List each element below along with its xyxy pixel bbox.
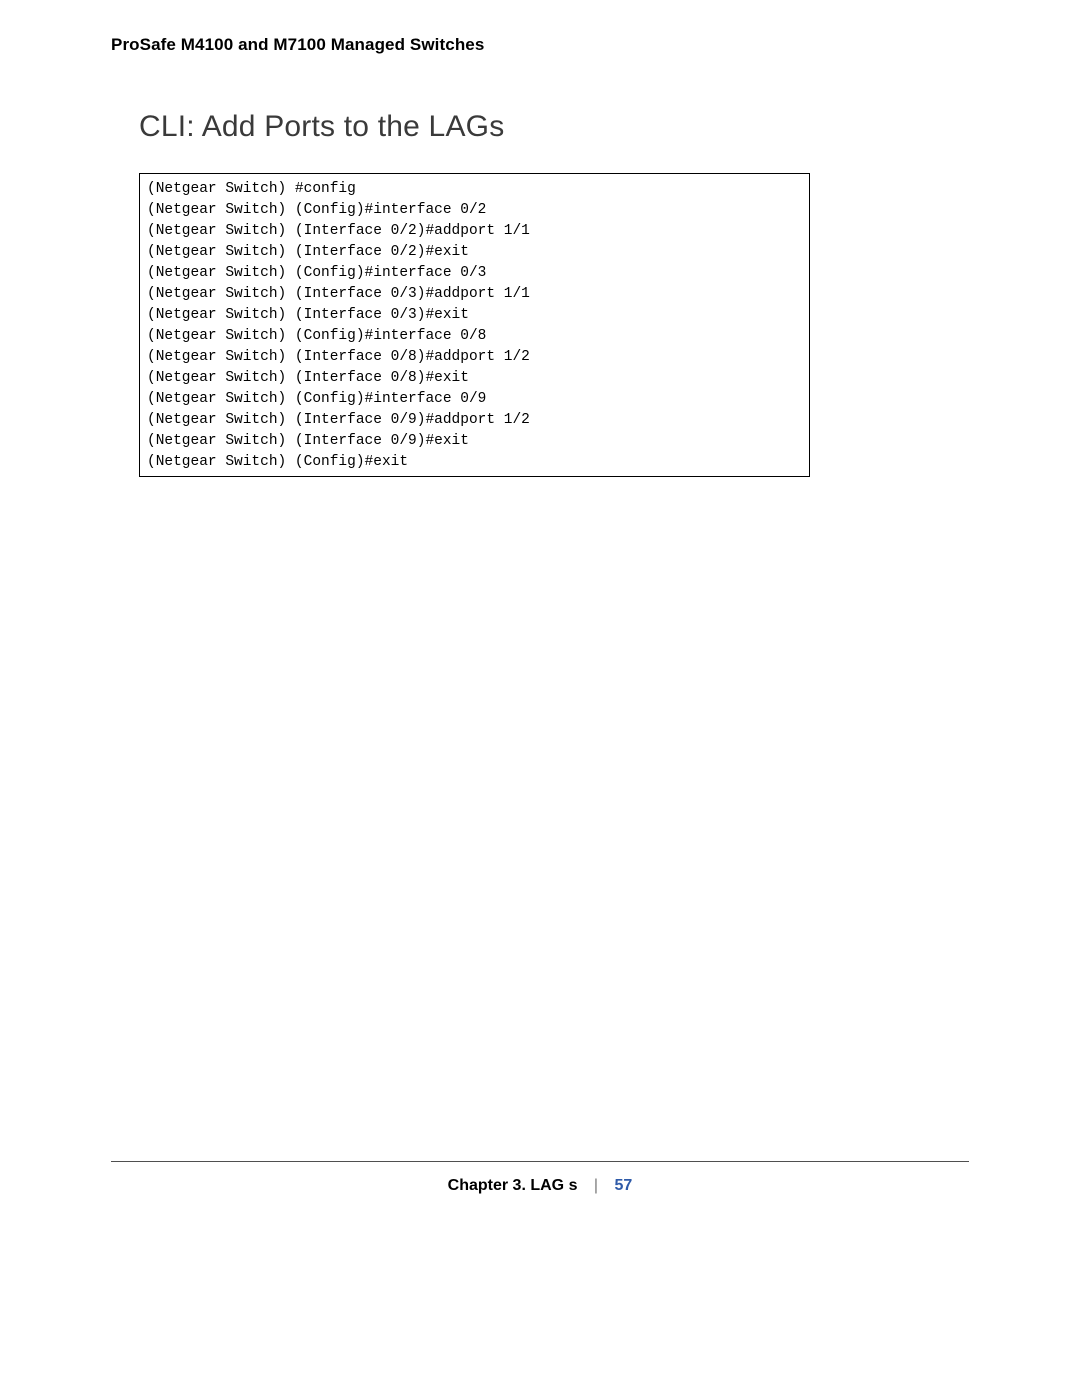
- footer-chapter: Chapter 3. LAG s: [448, 1177, 578, 1194]
- page: ProSafe M4100 and M7100 Managed Switches…: [0, 0, 1080, 1397]
- section-heading: CLI: Add Ports to the LAGs: [139, 110, 504, 144]
- code-line: (Netgear Switch) (Interface 0/8)#exit: [147, 368, 803, 389]
- footer-separator: |: [582, 1177, 610, 1194]
- code-line: (Netgear Switch) (Config)#interface 0/9: [147, 389, 803, 410]
- code-line: (Netgear Switch) (Interface 0/9)#exit: [147, 431, 803, 452]
- code-line: (Netgear Switch) (Interface 0/2)#addport…: [147, 221, 803, 242]
- footer-rule: [111, 1161, 969, 1162]
- code-line: (Netgear Switch) (Interface 0/3)#exit: [147, 305, 803, 326]
- code-line: (Netgear Switch) (Config)#interface 0/8: [147, 326, 803, 347]
- code-line: (Netgear Switch) (Config)#interface 0/3: [147, 263, 803, 284]
- code-line: (Netgear Switch) (Config)#exit: [147, 452, 803, 473]
- code-line: (Netgear Switch) #config: [147, 179, 803, 200]
- document-header-title: ProSafe M4100 and M7100 Managed Switches: [111, 35, 484, 55]
- code-line: (Netgear Switch) (Interface 0/2)#exit: [147, 242, 803, 263]
- code-line: (Netgear Switch) (Interface 0/9)#addport…: [147, 410, 803, 431]
- page-footer: Chapter 3. LAG s | 57: [0, 1177, 1080, 1195]
- code-line: (Netgear Switch) (Interface 0/8)#addport…: [147, 347, 803, 368]
- code-line: (Netgear Switch) (Config)#interface 0/2: [147, 200, 803, 221]
- code-line: (Netgear Switch) (Interface 0/3)#addport…: [147, 284, 803, 305]
- code-block: (Netgear Switch) #config (Netgear Switch…: [139, 173, 810, 477]
- footer-page-number: 57: [615, 1177, 633, 1194]
